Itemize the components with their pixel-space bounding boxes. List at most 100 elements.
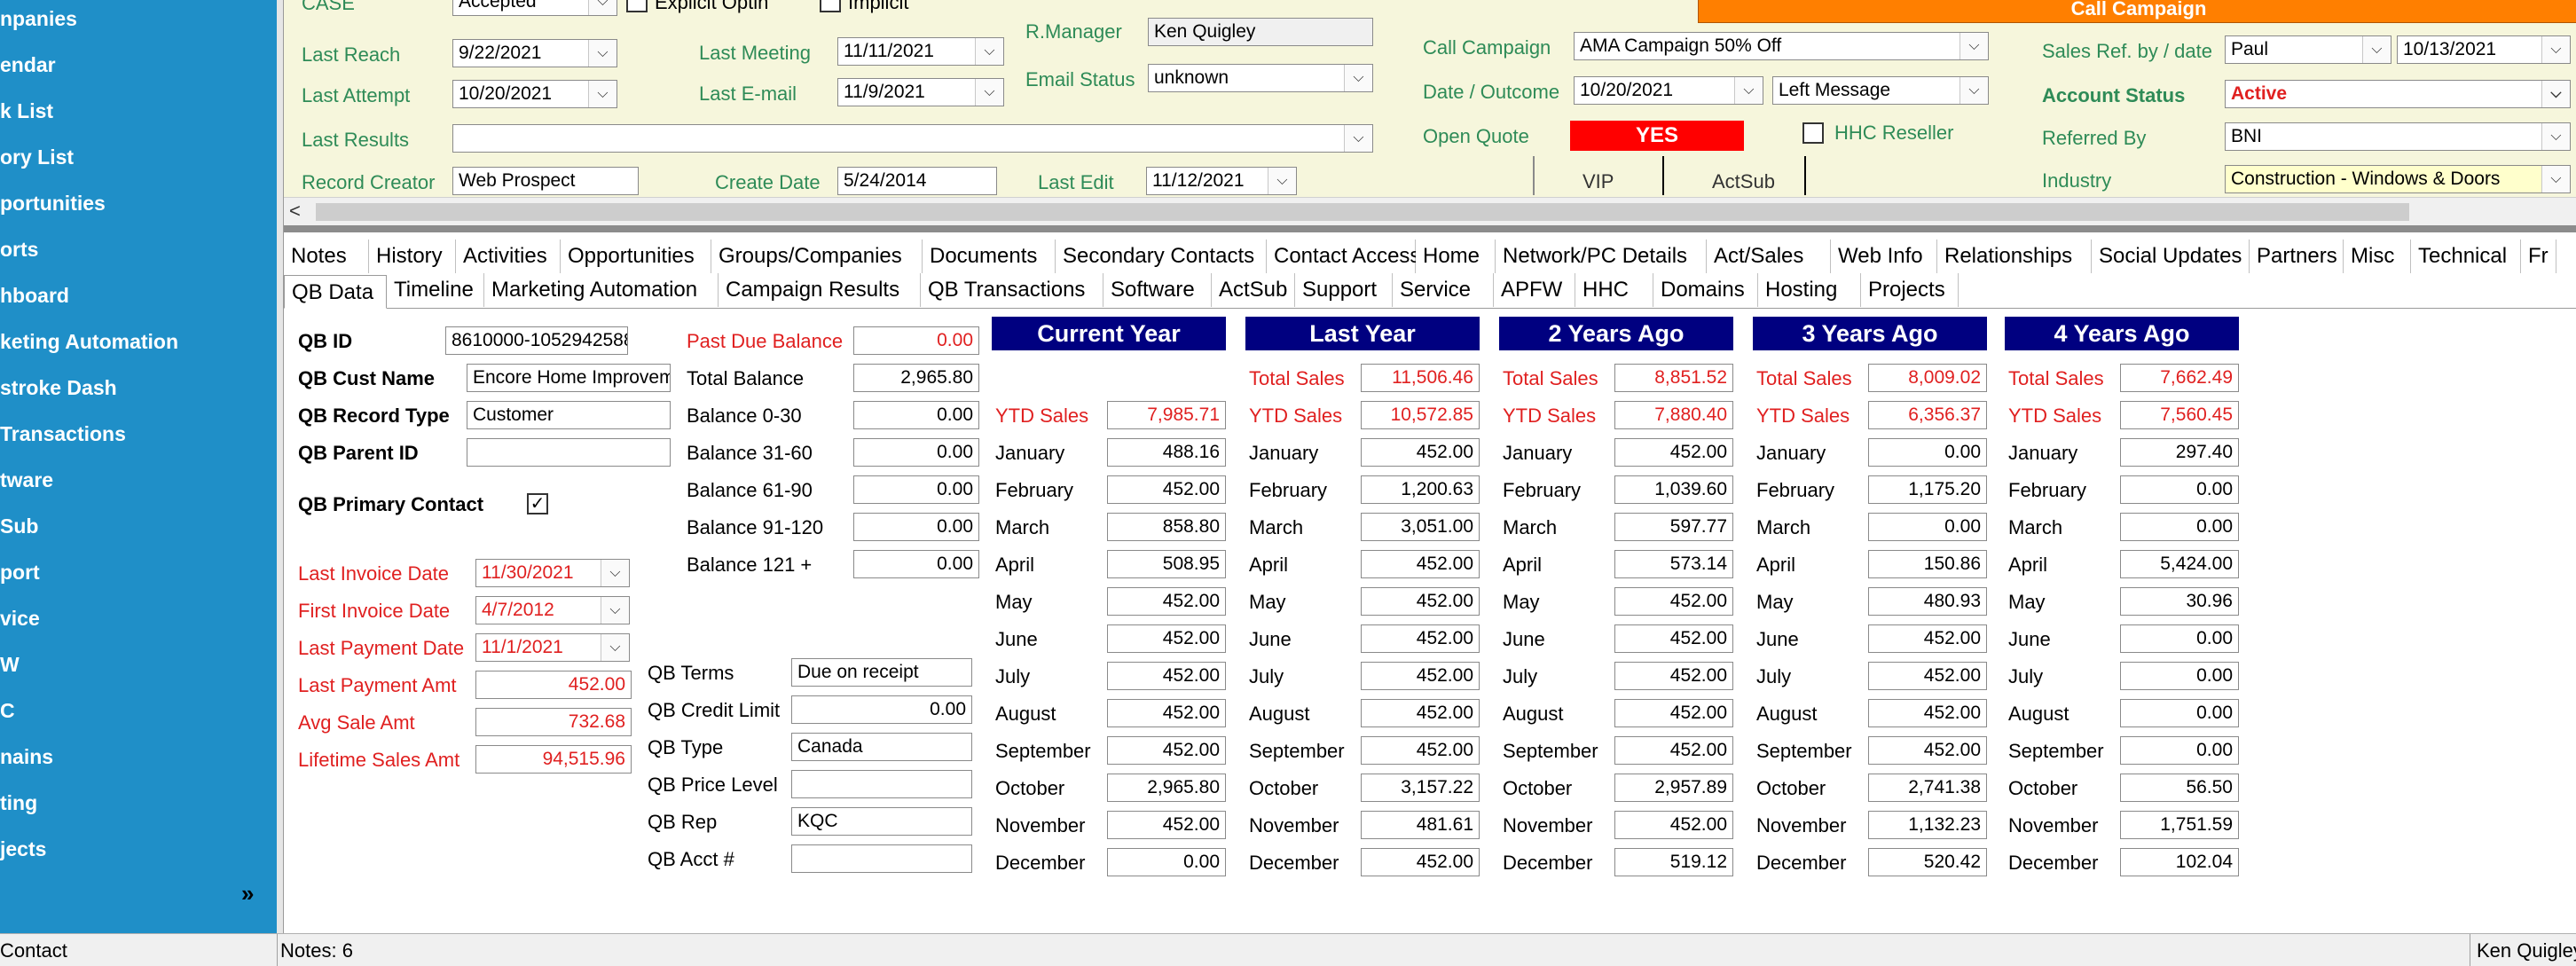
tab-web-info[interactable]: Web Info [1831, 240, 1937, 273]
sales-row-value[interactable]: 858.80 [1107, 513, 1226, 541]
sales-row-value[interactable]: 0.00 [1868, 438, 1987, 467]
tab-relationships[interactable]: Relationships [1937, 240, 2092, 273]
sidebar-item[interactable]: ory List [0, 144, 74, 170]
sales-row-value[interactable]: 573.14 [1614, 550, 1733, 578]
sales-row-value[interactable]: 519.12 [1614, 848, 1733, 876]
last-results-dropdown[interactable]: ⌵ [452, 124, 1373, 153]
lifetime-sales-field[interactable]: 94,515.96 [475, 745, 632, 774]
sales-row-value[interactable]: 452.00 [1614, 662, 1733, 690]
tab-projects[interactable]: Projects [1861, 273, 1959, 307]
call-campaign-dropdown[interactable]: AMA Campaign 50% Off ⌵ [1574, 32, 1989, 60]
sales-row-value[interactable]: 452.00 [1107, 811, 1226, 839]
sales-row-value[interactable]: 0.00 [2120, 624, 2239, 653]
hhc-reseller-checkbox[interactable] [1802, 122, 1824, 144]
tab-service[interactable]: Service [1393, 273, 1494, 307]
sales-row-value[interactable]: 452.00 [1361, 587, 1480, 616]
sidebar-item[interactable]: ting [0, 789, 37, 816]
tab-technical[interactable]: Technical [2411, 240, 2521, 273]
outcome-dropdown[interactable]: Left Message ⌵ [1772, 76, 1989, 105]
sales-row-value[interactable]: 597.77 [1614, 513, 1733, 541]
qb-record-type-field[interactable]: Customer [467, 401, 671, 429]
sales-row-value[interactable]: 0.00 [2120, 736, 2239, 765]
sidebar-item[interactable]: orts [0, 236, 38, 263]
create-date-field[interactable]: 5/24/2014 [837, 167, 997, 195]
sidebar-item[interactable]: Sub [0, 513, 38, 539]
tab-support[interactable]: Support [1295, 273, 1393, 307]
sales-row-value[interactable]: 7,662.49 [2120, 364, 2239, 392]
sales-row-value[interactable]: 0.00 [2120, 475, 2239, 504]
sidebar-more-icon[interactable]: » [241, 882, 254, 905]
sales-row-value[interactable]: 452.00 [1107, 587, 1226, 616]
qb-rep-field[interactable]: KQC [791, 807, 972, 836]
scrollbar-thumb[interactable] [316, 203, 2409, 221]
sales-row-value[interactable]: 452.00 [1868, 624, 1987, 653]
tab-fr[interactable]: Fr [2521, 240, 2556, 273]
tab-social-updates[interactable]: Social Updates [2092, 240, 2250, 273]
tab-notes[interactable]: Notes [284, 240, 369, 273]
sales-row-value[interactable]: 452.00 [1614, 811, 1733, 839]
sales-row-value[interactable]: 480.93 [1868, 587, 1987, 616]
sales-row-value[interactable]: 5,424.00 [2120, 550, 2239, 578]
case-dropdown[interactable]: Accepted ⌵ [452, 0, 617, 16]
balance-0-30-field[interactable]: 0.00 [853, 401, 979, 429]
balance-121-field[interactable]: 0.00 [853, 550, 979, 578]
sales-row-value[interactable]: 7,985.71 [1107, 401, 1226, 429]
sales-row-value[interactable]: 1,039.60 [1614, 475, 1733, 504]
sales-row-value[interactable]: 481.61 [1361, 811, 1480, 839]
last-meeting-dropdown[interactable]: 11/11/2021 ⌵ [837, 37, 1004, 66]
avg-sale-amt-field[interactable]: 732.68 [475, 708, 632, 736]
last-reach-dropdown[interactable]: 9/22/2021 ⌵ [452, 39, 617, 67]
first-invoice-date-dropdown[interactable]: 4/7/2012 ⌵ [475, 596, 630, 624]
industry-dropdown[interactable]: Construction - Windows & Doors ⌵ [2225, 165, 2571, 193]
sales-ref-date-dropdown[interactable]: 10/13/2021 ⌵ [2397, 35, 2571, 64]
tab-secondary-contacts[interactable]: Secondary Contacts [1056, 240, 1267, 273]
sales-row-value[interactable]: 6,356.37 [1868, 401, 1987, 429]
tab-groups-companies[interactable]: Groups/Companies [711, 240, 923, 273]
sales-row-value[interactable]: 508.95 [1107, 550, 1226, 578]
sales-row-value[interactable]: 0.00 [2120, 662, 2239, 690]
sales-row-value[interactable]: 452.00 [1107, 624, 1226, 653]
sales-row-value[interactable]: 0.00 [1868, 513, 1987, 541]
sales-row-value[interactable]: 0.00 [2120, 699, 2239, 727]
balance-91-120-field[interactable]: 0.00 [853, 513, 979, 541]
qb-id-field[interactable]: 8610000-1052942588 [445, 326, 628, 355]
sidebar-item[interactable]: jects [0, 836, 46, 862]
last-invoice-date-dropdown[interactable]: 11/30/2021 ⌵ [475, 559, 630, 587]
sidebar-item[interactable]: nains [0, 743, 53, 770]
sidebar-item[interactable]: W [0, 651, 20, 678]
sales-row-value[interactable]: 2,741.38 [1868, 774, 1987, 802]
sales-row-value[interactable]: 452.00 [1107, 662, 1226, 690]
sales-row-value[interactable]: 150.86 [1868, 550, 1987, 578]
sales-row-value[interactable]: 1,200.63 [1361, 475, 1480, 504]
sales-row-value[interactable]: 2,965.80 [1107, 774, 1226, 802]
tab-apfw[interactable]: APFW [1494, 273, 1575, 307]
total-balance-field[interactable]: 2,965.80 [853, 364, 979, 392]
tab-domains[interactable]: Domains [1653, 273, 1758, 307]
record-creator-field[interactable]: Web Prospect [452, 167, 639, 195]
sidebar-item[interactable]: C [0, 697, 15, 724]
sales-row-value[interactable]: 452.00 [1361, 662, 1480, 690]
sidebar-item[interactable]: tware [0, 467, 53, 493]
tab-hosting[interactable]: Hosting [1758, 273, 1861, 307]
qb-parent-id-field[interactable] [467, 438, 671, 467]
sales-row-value[interactable]: 0.00 [2120, 513, 2239, 541]
implicit-checkbox[interactable] [820, 0, 841, 12]
email-status-dropdown[interactable]: unknown ⌵ [1148, 64, 1373, 92]
last-payment-date-dropdown[interactable]: 11/1/2021 ⌵ [475, 633, 630, 662]
sales-row-value[interactable]: 56.50 [2120, 774, 2239, 802]
qb-primary-contact-checkbox[interactable]: ✓ [527, 493, 548, 514]
sales-row-value[interactable]: 30.96 [2120, 587, 2239, 616]
qb-terms-field[interactable]: Due on receipt [791, 658, 972, 687]
balance-61-90-field[interactable]: 0.00 [853, 475, 979, 504]
sales-row-value[interactable]: 452.00 [1361, 550, 1480, 578]
sales-row-value[interactable]: 452.00 [1868, 736, 1987, 765]
sidebar-item[interactable]: stroke Dash [0, 374, 117, 401]
sidebar-item[interactable]: Transactions [0, 420, 126, 447]
qb-cust-name-field[interactable]: Encore Home Improvem [467, 364, 671, 392]
tab-actsub[interactable]: ActSub [1212, 273, 1295, 307]
call-campaign-button[interactable]: Call Campaign [1698, 0, 2576, 23]
sales-row-value[interactable]: 102.04 [2120, 848, 2239, 876]
sales-row-value[interactable]: 3,157.22 [1361, 774, 1480, 802]
sales-row-value[interactable]: 452.00 [1361, 624, 1480, 653]
sales-row-value[interactable]: 11,506.46 [1361, 364, 1480, 392]
